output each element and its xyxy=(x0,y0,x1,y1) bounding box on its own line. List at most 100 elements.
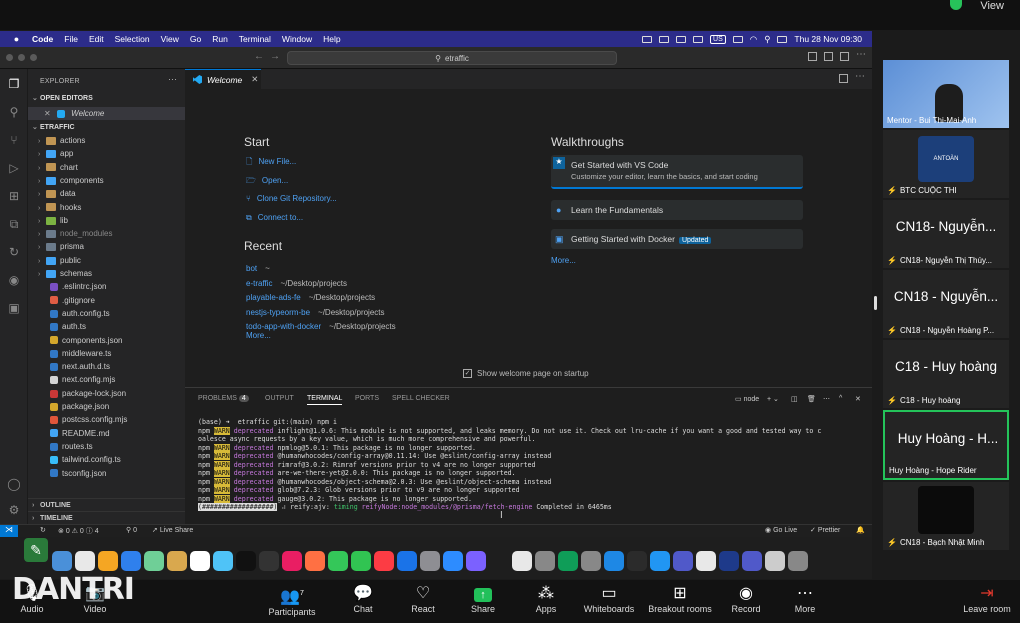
panel-more-icon[interactable]: ⋯ xyxy=(823,395,830,403)
dock-safari-icon[interactable] xyxy=(121,551,141,571)
live-share-status[interactable]: ➚ Live Share xyxy=(152,526,193,534)
forward-arrow-icon[interactable]: → xyxy=(270,51,280,62)
dock-terminal-app-icon[interactable] xyxy=(259,551,279,571)
remote-explorer-icon[interactable]: ⧉ xyxy=(7,217,21,231)
apps-button[interactable]: ⁂ Apps xyxy=(511,584,581,614)
outline-section[interactable]: › OUTLINE xyxy=(28,498,185,511)
tree-file-auth-config-ts[interactable]: auth.config.ts xyxy=(28,307,185,320)
extensions-icon[interactable]: ⊞ xyxy=(7,189,21,203)
minimize-window-button[interactable] xyxy=(18,54,25,61)
menu-help[interactable]: Help xyxy=(323,34,340,44)
show-on-startup[interactable]: ✓ Show welcome page on startup xyxy=(463,369,589,379)
dock-messages-icon[interactable] xyxy=(144,551,164,571)
toggle-secondary-sidebar-icon[interactable] xyxy=(840,52,849,61)
dock-teams-icon[interactable] xyxy=(673,551,693,571)
dock-teams2-icon[interactable] xyxy=(742,551,762,571)
participants-button[interactable]: 👥7 Participants xyxy=(257,584,327,617)
tree-file-auth-ts[interactable]: auth.ts xyxy=(28,320,185,333)
tree-file-routes-ts[interactable]: routes.ts xyxy=(28,440,185,453)
close-icon[interactable]: ✕ xyxy=(251,74,258,85)
dock-vscode-app-icon[interactable] xyxy=(489,551,509,571)
split-editor-icon[interactable] xyxy=(839,74,848,83)
layout-more-icon[interactable]: ⋯ xyxy=(856,49,866,60)
account-icon[interactable]: ◯ xyxy=(7,477,21,491)
menu-selection[interactable]: Selection xyxy=(115,34,150,44)
dock-app-store-icon[interactable] xyxy=(305,551,325,571)
n-app-icon[interactable] xyxy=(659,35,670,43)
explorer-icon[interactable]: ❐ xyxy=(7,77,21,91)
tree-folder-data[interactable]: › data xyxy=(28,187,185,200)
spotlight-icon[interactable]: ⚲ xyxy=(764,34,770,45)
input-source-badge[interactable]: US xyxy=(710,34,726,44)
screen-icon[interactable] xyxy=(676,35,687,43)
dock-zoom-app-icon[interactable] xyxy=(443,551,463,571)
participant-tile-cn18-hoang[interactable]: CN18 - Nguyễn... ⚡ CN18 - Nguyễn Hoàng P.… xyxy=(883,270,1009,338)
view-button[interactable]: View xyxy=(980,0,1004,12)
dock-apple-music-icon[interactable] xyxy=(374,551,394,571)
participant-tile-cn18-thuy[interactable]: CN18- Nguyễn... ⚡ CN18- Nguyễn Thị Thúy..… xyxy=(883,200,1009,268)
menu-go[interactable]: Go xyxy=(190,34,201,44)
participant-tile-c18-huy[interactable]: C18 - Huy hoàng ⚡ C18 - Huy hoàng xyxy=(883,340,1009,408)
settings-gear-icon[interactable]: ⚙ xyxy=(7,503,21,517)
tree-file-components-json[interactable]: components.json xyxy=(28,334,185,347)
tree-folder-app[interactable]: › app xyxy=(28,147,185,160)
walkthrough-docker[interactable]: ▣ Getting Started with Docker Updated xyxy=(551,229,803,249)
dock-trash-icon[interactable] xyxy=(788,551,808,571)
breakout-rooms-button[interactable]: ⊞ Breakout rooms xyxy=(640,584,720,614)
whiteboards-button[interactable]: ▭ Whiteboards xyxy=(574,584,644,614)
dock-whatsapp-icon[interactable] xyxy=(351,551,371,571)
menu-run[interactable]: Run xyxy=(212,34,228,44)
back-arrow-icon[interactable]: ← xyxy=(254,51,264,62)
maximize-panel-icon[interactable]: ^ xyxy=(839,395,842,402)
run-debug-icon[interactable]: ▷ xyxy=(7,161,21,175)
timeline-section[interactable]: › TIMELINE xyxy=(28,511,185,524)
toggle-sidebar-icon[interactable] xyxy=(808,52,817,61)
tree-folder-hooks[interactable]: › hooks xyxy=(28,201,185,214)
dock-system-settings-icon[interactable] xyxy=(420,551,440,571)
zoom-window-button[interactable] xyxy=(30,54,37,61)
participant-tile-mentor[interactable]: Mentor - Bui Thi-Mai-Anh xyxy=(883,60,1009,128)
prettier-status[interactable]: ✓ Prettier xyxy=(810,526,840,534)
participant-tile-huy-hoang[interactable]: Huy Hoàng - H... Huy Hoàng - Hope Rider xyxy=(883,410,1009,480)
trash-icon[interactable]: 🗑 xyxy=(807,395,816,403)
tree-folder-schemas[interactable]: › schemas xyxy=(28,267,185,280)
tree-file-tailwind-config-ts[interactable]: tailwind.config.ts xyxy=(28,453,185,466)
tab-spell-checker[interactable]: SPELL CHECKER xyxy=(392,395,450,402)
testing-icon[interactable]: ◉ xyxy=(7,273,21,287)
remote-indicator-icon[interactable]: ⋊ xyxy=(0,525,18,537)
go-live-status[interactable]: ◉ Go Live xyxy=(765,526,797,534)
new-file-link[interactable]: 🗋 New File... xyxy=(246,156,296,170)
menu-file[interactable]: File xyxy=(64,34,78,44)
close-panel-icon[interactable]: ✕ xyxy=(855,395,861,403)
explorer-more-icon[interactable]: ⋯ xyxy=(168,74,177,85)
tree-file--gitignore[interactable]: .gitignore xyxy=(28,294,185,307)
participant-tile-btc[interactable]: ANTOÀN ⚡ BTC CUỘC THI xyxy=(883,130,1009,198)
problems-status[interactable]: ⊗ 0 ⚠ 0 ⓘ 4 xyxy=(58,526,99,536)
dock-cursor-app-icon[interactable] xyxy=(466,551,486,571)
dock-zoom-icon[interactable] xyxy=(719,551,739,571)
share-button[interactable]: ↑ Share xyxy=(448,584,518,614)
dock-notion-icon[interactable] xyxy=(696,551,716,571)
tree-file--eslintrc-json[interactable]: .eslintrc.json xyxy=(28,280,185,293)
wifi-icon[interactable]: ◠ xyxy=(750,34,757,45)
command-center-search[interactable]: ⚲ etraffic xyxy=(287,51,617,65)
dock-appletv-icon[interactable] xyxy=(236,551,256,571)
toggle-panel-icon[interactable] xyxy=(824,52,833,61)
tab-problems[interactable]: PROBLEMS 4 xyxy=(198,395,249,402)
tree-file-middleware-ts[interactable]: middleware.ts xyxy=(28,347,185,360)
dock-finder2-icon[interactable] xyxy=(765,551,785,571)
dock-calculator-icon[interactable] xyxy=(535,551,555,571)
control-center-icon[interactable] xyxy=(777,35,788,43)
ports-status[interactable]: ⚲ 0 xyxy=(126,526,137,534)
checkbox-checked-icon[interactable]: ✓ xyxy=(463,369,472,379)
dock-launchpad-icon[interactable] xyxy=(75,551,95,571)
tree-file-package-lock-json[interactable]: package-lock.json xyxy=(28,387,185,400)
tree-folder-components[interactable]: › components xyxy=(28,174,185,187)
menu-edit[interactable]: Edit xyxy=(89,34,104,44)
walkthrough-fundamentals[interactable]: ● Learn the Fundamentals xyxy=(551,200,803,220)
tab-terminal[interactable]: TERMINAL xyxy=(307,395,343,405)
tab-output[interactable]: OUTPUT xyxy=(265,395,294,402)
recent-more-link[interactable]: More... xyxy=(246,331,271,340)
split-terminal-icon[interactable]: ◫ xyxy=(791,395,798,403)
tree-folder-lib[interactable]: › lib xyxy=(28,214,185,227)
